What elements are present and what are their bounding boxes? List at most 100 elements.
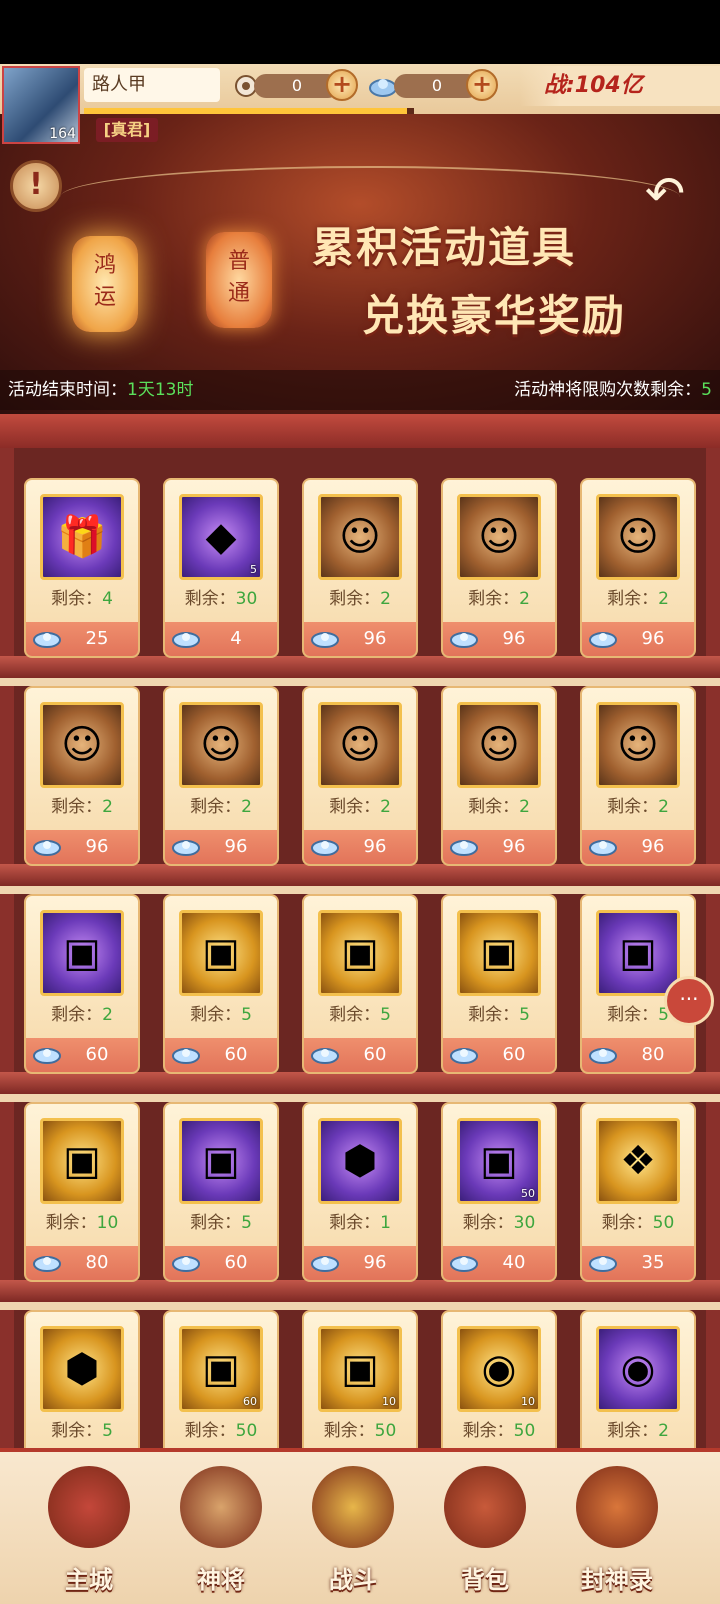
item-remaining: 剩余：2 <box>443 792 555 817</box>
shop-item-card[interactable]: ▣ 剩余：10 80 <box>24 1102 140 1282</box>
shop-item-card[interactable]: ☺ 剩余：2 96 <box>163 686 279 866</box>
item-price-button[interactable]: 80 <box>26 1246 138 1280</box>
item-remaining-label: 剩余： <box>601 1213 653 1233</box>
item-remaining-value: 50 <box>652 1213 675 1233</box>
nav-item-3[interactable]: 背包 <box>430 1460 540 1600</box>
item-price-button[interactable]: 96 <box>582 622 694 656</box>
item-price-button[interactable]: 96 <box>165 830 277 864</box>
shelf-strip <box>0 886 720 894</box>
item-price-button[interactable]: 40 <box>443 1246 555 1280</box>
item-remaining: 剩余：2 <box>582 584 694 609</box>
item-remaining: 剩余：2 <box>582 792 694 817</box>
shop-item-card[interactable]: ▣ 剩余：5 60 <box>441 894 557 1074</box>
shop-item-card[interactable]: ☺ 剩余：2 96 <box>302 478 418 658</box>
item-price-button[interactable]: 80 <box>582 1038 694 1072</box>
nav-item-4[interactable]: 封神录 <box>562 1460 672 1600</box>
item-remaining-label: 剩余： <box>607 1421 659 1441</box>
item-price-button[interactable]: 96 <box>304 1246 416 1280</box>
nav-label: 战斗 <box>329 1566 377 1594</box>
shop-item-image: ▣ <box>179 1118 263 1204</box>
item-price-button[interactable]: 96 <box>304 830 416 864</box>
shop-item-card[interactable]: ☺ 剩余：2 96 <box>302 686 418 866</box>
item-remaining-value: 5 <box>380 1005 391 1025</box>
item-price-button[interactable]: 96 <box>304 622 416 656</box>
item-price-button[interactable]: 60 <box>165 1038 277 1072</box>
info-button[interactable]: ! <box>10 160 62 212</box>
shop-item-card[interactable]: ❖ 剩余：50 35 <box>580 1102 696 1282</box>
shelf-strip <box>0 678 720 686</box>
item-remaining: 剩余：1 <box>304 1208 416 1233</box>
item-remaining-value: 10 <box>96 1213 119 1233</box>
item-remaining-value: 50 <box>513 1421 536 1441</box>
item-remaining-value: 5 <box>102 1421 113 1441</box>
shop-item-image: ☺ <box>40 702 124 788</box>
shop-item-card[interactable]: ☺ 剩余：2 96 <box>580 478 696 658</box>
chest-icon: ▣ <box>63 930 101 976</box>
player-avatar[interactable]: 164 <box>2 66 80 144</box>
shop-item-card[interactable]: ▣ 剩余：5 60 <box>302 894 418 1074</box>
item-remaining-label: 剩余： <box>329 797 381 817</box>
combat-power: 战:104亿 <box>520 66 720 106</box>
item-remaining-label: 剩余： <box>607 589 659 609</box>
item-remaining-label: 剩余： <box>329 1213 381 1233</box>
lantern-hongyun[interactable]: 鸿运 <box>72 236 138 332</box>
shop-item-card[interactable]: ☺ 剩余：2 96 <box>441 686 557 866</box>
shop-item-card[interactable]: ◆ 5 剩余：30 4 <box>163 478 279 658</box>
hero-portrait-icon: ☺ <box>478 514 520 560</box>
nav-item-0[interactable]: 主城 <box>34 1460 144 1600</box>
player-level: 164 <box>49 126 76 142</box>
status-bar <box>0 0 720 64</box>
item-price-button[interactable]: 96 <box>582 830 694 864</box>
event-end-time-value: 1天13时 <box>127 380 194 400</box>
shop-item-image: ▣ 10 <box>318 1326 402 1412</box>
shop-item-card[interactable]: ⬢ 剩余：1 96 <box>302 1102 418 1282</box>
item-price: 96 <box>363 628 387 649</box>
shop-item-card[interactable]: ▣ 剩余：5 60 <box>163 894 279 1074</box>
item-remaining-value: 2 <box>658 1421 669 1441</box>
item-remaining: 剩余：2 <box>582 1416 694 1441</box>
nav-item-1[interactable]: 神将 <box>166 1460 276 1600</box>
item-remaining-value: 2 <box>241 797 252 817</box>
shop-item-card[interactable]: 🎁 剩余：4 25 <box>24 478 140 658</box>
lantern-putong[interactable]: 普通 <box>206 232 272 328</box>
item-remaining-value: 5 <box>519 1005 530 1025</box>
item-remaining-label: 剩余： <box>190 797 242 817</box>
nav-item-2[interactable]: 战斗 <box>298 1460 408 1600</box>
shop-item-card[interactable]: ▣ 剩余：5 60 <box>163 1102 279 1282</box>
item-price-button[interactable]: 60 <box>443 1038 555 1072</box>
shop-item-card[interactable]: ☺ 剩余：2 96 <box>441 478 557 658</box>
item-price: 60 <box>363 1044 387 1065</box>
add-cloud-token-button[interactable]: + <box>466 69 498 101</box>
shop-item-card[interactable]: ▣ 剩余：2 60 <box>24 894 140 1074</box>
item-price-button[interactable]: 96 <box>443 622 555 656</box>
shelf-board <box>0 656 720 678</box>
item-price-button[interactable]: 96 <box>26 830 138 864</box>
shop-item-card[interactable]: ☺ 剩余：2 96 <box>580 686 696 866</box>
chest-icon: ▣ <box>202 1138 240 1184</box>
item-quantity: 10 <box>521 1395 535 1408</box>
item-price-button[interactable]: 60 <box>165 1246 277 1280</box>
item-price-button[interactable]: 60 <box>26 1038 138 1072</box>
item-price: 96 <box>502 628 526 649</box>
shop-item-card[interactable]: ☺ 剩余：2 96 <box>24 686 140 866</box>
item-remaining-value: 50 <box>235 1421 258 1441</box>
item-price-button[interactable]: 60 <box>304 1038 416 1072</box>
back-button[interactable]: ↶ <box>630 166 700 224</box>
shop-item-card[interactable]: ▣ 50 剩余：30 40 <box>441 1102 557 1282</box>
item-price-button[interactable]: 4 <box>165 622 277 656</box>
item-remaining-label: 剩余： <box>45 1213 97 1233</box>
item-price: 60 <box>85 1044 109 1065</box>
item-price-button[interactable]: 96 <box>443 830 555 864</box>
item-price-button[interactable]: 25 <box>26 622 138 656</box>
item-remaining-value: 2 <box>380 797 391 817</box>
shop-item-image: ▣ 50 <box>457 1118 541 1204</box>
add-coin-button[interactable]: + <box>326 69 358 101</box>
nav-label: 背包 <box>461 1566 509 1594</box>
item-price-button[interactable]: 35 <box>582 1246 694 1280</box>
shop-item-image: ▣ <box>318 910 402 996</box>
shop-item-image: ☺ <box>179 702 263 788</box>
item-remaining: 剩余：50 <box>165 1416 277 1441</box>
item-remaining: 剩余：10 <box>26 1208 138 1233</box>
chat-button[interactable]: ··· <box>664 976 714 1026</box>
city-gate-icon <box>48 1466 130 1548</box>
